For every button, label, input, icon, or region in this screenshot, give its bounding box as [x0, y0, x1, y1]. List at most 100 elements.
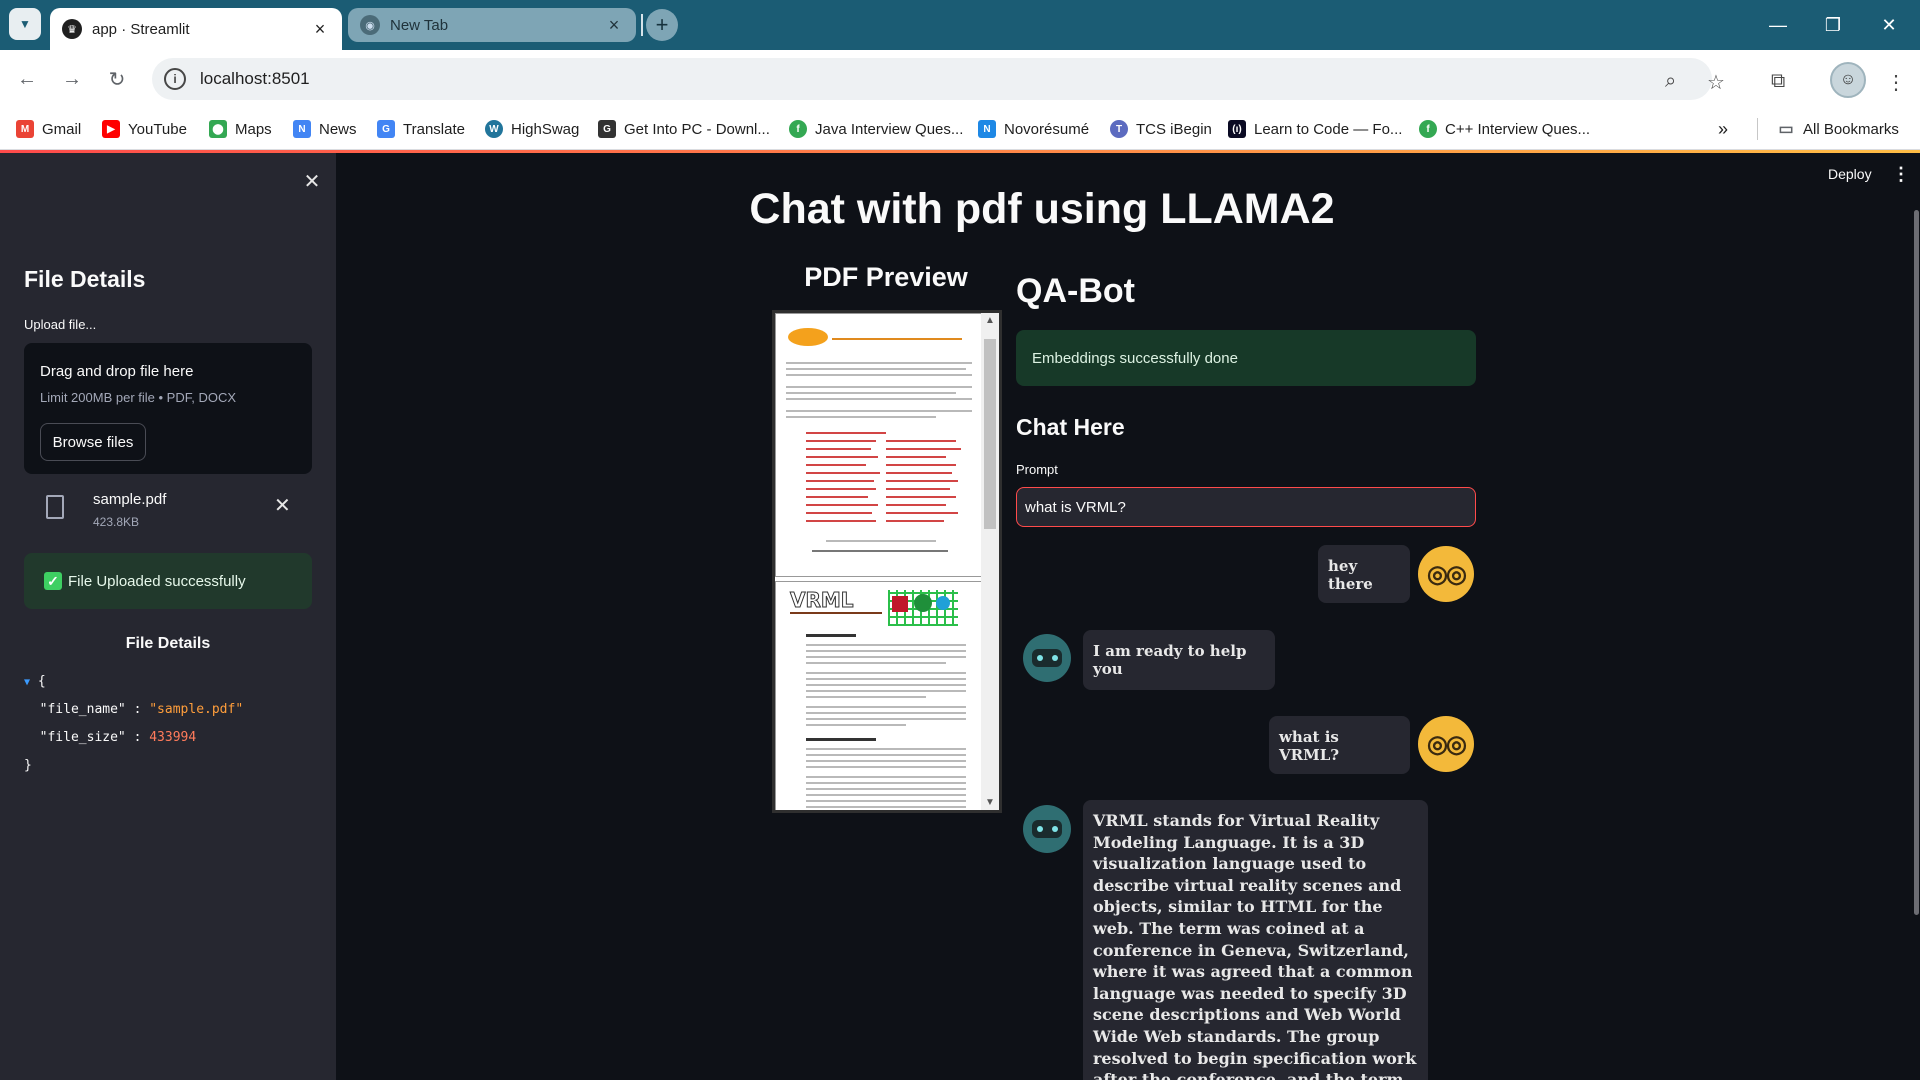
blue-sphere-illustration [936, 596, 950, 610]
prompt-label: Prompt [1016, 462, 1058, 477]
pdf-scroll-thumb[interactable] [984, 339, 996, 529]
fcc-icon: (ı) [1228, 120, 1246, 138]
g-icon: G [598, 120, 616, 138]
upload-success-alert: ✓ File Uploaded successfully [24, 553, 312, 609]
bookmark-youtube[interactable]: ▶ YouTube [102, 118, 187, 140]
bookmark-maps[interactable]: ⬤ Maps [209, 118, 272, 140]
n-icon: N [978, 120, 996, 138]
upload-success-text: File Uploaded successfully [68, 572, 246, 590]
wordpress-icon: W [485, 120, 503, 138]
red-shape-illustration [892, 596, 908, 612]
bookmark-freecodecamp[interactable]: (ı) Learn to Code — Fo... [1228, 118, 1402, 140]
folder-icon: ▭ [1778, 121, 1794, 138]
close-window-icon[interactable]: ✕ [1866, 0, 1912, 50]
bookmarks-bar: M Gmail ▶ YouTube ⬤ Maps N News G Translate W… [0, 108, 1920, 150]
sidebar: ✕ File Details Upload file... Drag and d… [0, 153, 336, 1080]
bookmark-cpp-interview[interactable]: f C++ Interview Ques... [1419, 118, 1590, 140]
more-bookmarks-chevron-icon[interactable]: » [1718, 118, 1728, 140]
app-menu-icon[interactable]: ⋮ [1892, 164, 1910, 185]
bookmark-star-icon[interactable]: ☆ [1707, 70, 1725, 95]
bookmark-label: Gmail [42, 120, 82, 138]
json-line-file-name: "file_name" : "sample.pdf" [39, 702, 244, 717]
dropzone-title: Drag and drop file here [40, 363, 194, 380]
address-bar[interactable]: i localhost:8501 [152, 58, 1712, 100]
bookmark-novoresume[interactable]: N Novorésumé [978, 118, 1089, 140]
bookmark-news[interactable]: N News [293, 118, 357, 140]
maps-icon: ⬤ [209, 120, 227, 138]
scroll-up-icon[interactable]: ▲ [981, 315, 999, 326]
bookmark-label: Get Into PC - Downl... [624, 120, 770, 138]
bookmark-translate[interactable]: G Translate [377, 118, 465, 140]
site-info-icon[interactable]: i [164, 68, 186, 90]
sidebar-heading: File Details [24, 266, 146, 292]
browse-files-button[interactable]: Browse files [40, 423, 146, 461]
file-dropzone[interactable]: Drag and drop file here Limit 200MB per … [24, 343, 312, 474]
file-icon [46, 495, 64, 519]
bookmark-java-interview[interactable]: f Java Interview Ques... [789, 118, 963, 140]
bookmark-label: News [319, 120, 357, 138]
translate-icon: G [377, 120, 395, 138]
tab-streamlit[interactable]: ♛ app · Streamlit × [50, 8, 342, 50]
bookmark-label: Learn to Code — Fo... [1254, 120, 1403, 138]
pdf-logo-icon [788, 328, 828, 346]
json-value: 433994 [149, 730, 197, 745]
forward-arrow-icon[interactable]: → [55, 62, 89, 96]
page-title: Chat with pdf using LLAMA2 [749, 185, 1335, 233]
restore-icon[interactable]: ❐ [1810, 0, 1856, 50]
new-tab-plus-icon[interactable]: + [646, 9, 678, 41]
bookmark-label: Novorésumé [1004, 120, 1090, 138]
main-scrollbar[interactable] [1914, 210, 1919, 915]
close-tab-icon[interactable]: × [308, 17, 332, 41]
json-close-line: } [24, 758, 32, 773]
tab-title: app · Streamlit [92, 20, 190, 38]
assistant-message: VRML stands for Virtual Reality Modeling… [1083, 800, 1428, 1080]
json-key: "file_name" [39, 702, 126, 717]
bookmark-label: Java Interview Ques... [815, 120, 964, 138]
uploaded-file-name: sample.pdf [93, 491, 167, 508]
user-avatar-glasses-icon: ◎◎ [1418, 546, 1474, 602]
json-open-line[interactable]: ▼ { [24, 668, 243, 696]
vrml-logo-icon: VRML [790, 588, 855, 613]
close-sidebar-icon[interactable]: ✕ [300, 169, 324, 193]
chat-heading: Chat Here [1016, 414, 1125, 440]
deploy-button[interactable]: Deploy [1828, 166, 1872, 182]
bookmark-gmail[interactable]: M Gmail [16, 118, 81, 140]
leaf-icon: f [789, 120, 807, 138]
pdf-scrollbar[interactable]: ▲ ▼ [981, 313, 999, 810]
bookmark-highswag[interactable]: W HighSwag [485, 118, 579, 140]
bookmark-label: C++ Interview Ques... [1445, 120, 1591, 138]
uploaded-file-size: 423.8KB [93, 515, 140, 529]
bookmark-label: YouTube [128, 120, 187, 138]
checkmark-icon: ✓ [44, 572, 62, 590]
tab-new-tab[interactable]: ◉ New Tab × [348, 8, 636, 42]
remove-file-icon[interactable]: ✕ [274, 493, 291, 518]
news-icon: N [293, 120, 311, 138]
pdf-page-2: VRML [775, 581, 982, 810]
scroll-down-icon[interactable]: ▼ [981, 797, 999, 808]
zoom-magnifier-icon[interactable]: ⌕ [1665, 70, 1676, 93]
prompt-input[interactable] [1016, 487, 1476, 527]
chrome-favicon-icon: ◉ [360, 15, 380, 35]
file-details-subheading: File Details [125, 635, 211, 652]
bookmark-getintopc[interactable]: G Get Into PC - Downl... [598, 118, 770, 140]
all-bookmarks[interactable]: ▭ All Bookmarks [1777, 118, 1898, 140]
pdf-preview-heading: PDF Preview [804, 262, 968, 292]
upload-label: Upload file... [24, 317, 97, 332]
collapse-caret-icon[interactable]: ▼ [24, 677, 30, 688]
minimize-icon[interactable]: — [1755, 0, 1801, 50]
pdf-preview-frame[interactable]: VRML ▲ ▼ [772, 310, 1002, 813]
gmail-icon: M [16, 120, 34, 138]
tab-list-chevron-icon[interactable]: ▼ [9, 8, 41, 40]
extensions-puzzle-icon[interactable]: ⧉ [1771, 70, 1785, 93]
profile-avatar[interactable]: ☺ [1830, 62, 1866, 98]
json-viewer: ▼ { "file_name" : "sample.pdf" "file_siz… [24, 668, 243, 780]
tab-title: New Tab [390, 16, 449, 34]
browser-menu-icon[interactable]: ⋮ [1886, 70, 1906, 95]
user-message: what is VRML? [1269, 716, 1410, 774]
back-arrow-icon[interactable]: ← [10, 62, 44, 96]
bookmark-tcs-ibegin[interactable]: T TCS iBegin [1110, 118, 1212, 140]
user-message: hey there [1318, 545, 1410, 603]
bookmark-label: Maps [235, 120, 272, 138]
close-tab-icon[interactable]: × [602, 13, 626, 37]
reload-icon[interactable]: ↻ [100, 62, 134, 96]
